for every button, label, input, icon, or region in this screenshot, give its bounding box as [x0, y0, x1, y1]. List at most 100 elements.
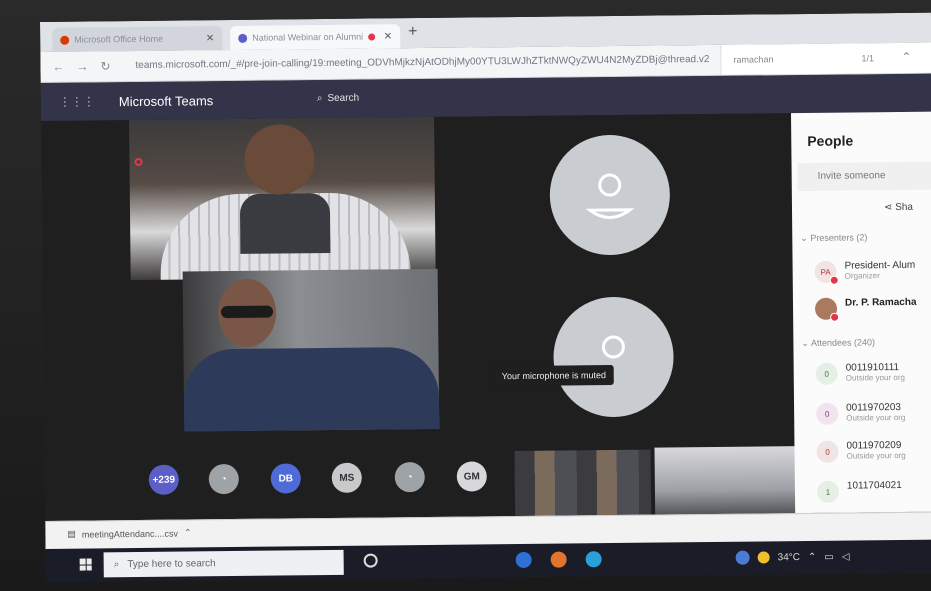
- volume-icon[interactable]: ◁: [842, 551, 850, 562]
- recording-indicator-icon: [134, 157, 143, 167]
- invite-input[interactable]: Invite someone: [797, 161, 931, 192]
- download-filename: meetingAttendanc....csv: [81, 528, 178, 540]
- participant-avatar-tile[interactable]: [552, 296, 675, 418]
- share-button[interactable]: ⋖ Sha: [884, 202, 913, 213]
- people-title: People: [807, 132, 854, 149]
- participant-chip[interactable]: GM: [456, 461, 487, 492]
- recording-icon: [368, 32, 376, 41]
- person-org: Outside your org: [845, 372, 905, 383]
- edge-icon[interactable]: [515, 551, 532, 569]
- download-item[interactable]: ▤ meetingAttendanc....csv ⌃: [67, 527, 191, 539]
- self-video: [183, 346, 440, 432]
- chevron-down-icon: ⌄: [801, 337, 812, 349]
- person-name: 1011704021: [846, 480, 902, 492]
- browser-icon[interactable]: [585, 551, 602, 568]
- person-name: Dr. P. Ramacha: [844, 296, 917, 309]
- tab-label: National Webinar on Alumni: [252, 31, 364, 43]
- participant-chip-avatar[interactable]: ◔: [208, 463, 239, 495]
- system-tray: 34°C ⌃ ▭ ◁: [735, 550, 850, 565]
- video-tile-self[interactable]: [182, 268, 440, 432]
- video-thumbnail[interactable]: [514, 449, 652, 522]
- attendees-header-label: Attendees (240): [810, 337, 876, 348]
- taskbar-search-input[interactable]: ⌕ Type here to search: [103, 549, 344, 578]
- chevron-up-icon[interactable]: ⌃: [901, 50, 911, 64]
- participant-chip[interactable]: DB: [270, 463, 301, 494]
- person-icon: [585, 173, 635, 220]
- presenter-video-head: [244, 124, 315, 195]
- taskbar-search-placeholder: Type here to search: [127, 558, 216, 571]
- url-field[interactable]: teams.microsoft.com/_#/pre-join-calling/…: [135, 54, 709, 71]
- person-org: Outside your org: [846, 450, 906, 461]
- video-thumbnail[interactable]: [654, 446, 798, 520]
- meeting-stage: Your microphone is muted +239 ◔ DB MS ◔ …: [41, 113, 798, 522]
- avatar-initials: PA: [820, 267, 831, 277]
- temperature[interactable]: 34°C: [778, 552, 800, 563]
- network-icon[interactable]: ▭: [824, 551, 834, 562]
- app-title: Microsoft Teams: [118, 93, 214, 110]
- share-label: Sha: [895, 201, 914, 214]
- people-panel: People Invite someone ⋖ Sha ⌄ Presenters…: [790, 111, 931, 514]
- chevron-down-icon: ⌄: [800, 232, 811, 244]
- back-icon[interactable]: ←: [52, 60, 64, 74]
- participant-chip-avatar[interactable]: ◔: [394, 461, 425, 493]
- person-name: President- Alum: [844, 259, 916, 272]
- reload-icon[interactable]: ↻: [100, 59, 110, 73]
- self-video-glasses: [220, 305, 274, 319]
- participant-chip[interactable]: MS: [331, 462, 362, 493]
- task-view-icon[interactable]: [363, 553, 378, 568]
- person-name: 0011910111: [845, 362, 900, 374]
- person-icon: ◔: [220, 473, 227, 485]
- app-launcher-icon[interactable]: ⋮⋮⋮: [59, 94, 95, 108]
- avatar: 0: [816, 402, 839, 425]
- attendee-item[interactable]: 1 1011704021: [816, 480, 902, 503]
- find-input[interactable]: ramachan: [733, 54, 773, 64]
- avatar: [814, 297, 840, 322]
- presenters-header-label: Presenters (2): [810, 232, 868, 243]
- attendee-item[interactable]: 0 0011970209 Outside your org: [816, 440, 906, 463]
- presenter-item[interactable]: Dr. P. Ramacha: [814, 296, 917, 322]
- person-role: Organizer: [844, 271, 880, 281]
- muted-badge-icon: [830, 312, 840, 322]
- teams-icon: [238, 33, 248, 43]
- search-icon: ⌕: [316, 92, 323, 104]
- avatar: PA: [814, 260, 839, 285]
- weather-icon: [757, 551, 770, 564]
- app-icon[interactable]: [550, 551, 567, 568]
- presenters-header[interactable]: ⌄ Presenters (2): [800, 232, 867, 244]
- forward-icon[interactable]: →: [76, 59, 88, 73]
- close-icon[interactable]: ✕: [384, 31, 393, 42]
- attendee-item[interactable]: 0 0011970203 Outside your org: [816, 402, 905, 425]
- avatar: 0: [815, 362, 838, 385]
- person-org: Outside your org: [846, 412, 906, 423]
- avatar: 0: [816, 440, 839, 463]
- file-icon: ▤: [67, 528, 76, 539]
- search-placeholder: Search: [327, 92, 360, 104]
- overflow-participants-button[interactable]: +239: [148, 464, 179, 495]
- teams-tray-icon[interactable]: [735, 550, 750, 565]
- browser-tab-office[interactable]: Microsoft Office Home ✕: [52, 26, 223, 52]
- search-input[interactable]: ⌕ Search: [311, 84, 577, 109]
- share-icon: ⋖: [883, 202, 893, 214]
- avatar: 1: [816, 480, 840, 503]
- close-icon[interactable]: ✕: [206, 33, 215, 44]
- find-bar: ramachan 1/1 ⌃: [720, 42, 931, 75]
- person-icon: ◔: [406, 471, 413, 483]
- find-count: 1/1: [861, 53, 874, 64]
- participant-avatar-tile[interactable]: [549, 134, 671, 256]
- presenter-item[interactable]: PA President- Alum Organizer: [814, 259, 916, 285]
- attendees-header[interactable]: ⌄ Attendees (240): [801, 337, 875, 349]
- participant-strip: +239 ◔ DB MS ◔ GM: [44, 438, 798, 522]
- chevron-up-icon[interactable]: ⌃: [808, 551, 817, 562]
- presenter-video-detail: [239, 192, 331, 254]
- person-name: 0011970203: [846, 402, 902, 414]
- office-icon: [60, 35, 70, 45]
- chevron-up-icon[interactable]: ⌃: [184, 527, 192, 538]
- search-icon: ⌕: [113, 559, 120, 571]
- attendee-item[interactable]: 0 0011910111 Outside your org: [815, 362, 905, 385]
- video-tile-presenter[interactable]: [129, 116, 436, 281]
- new-tab-button[interactable]: +: [408, 23, 418, 41]
- windows-start-icon[interactable]: [79, 558, 92, 571]
- browser-tab-teams[interactable]: National Webinar on Alumni ✕: [230, 24, 401, 51]
- muted-badge-icon: [829, 275, 839, 285]
- person-name: 0011970209: [846, 440, 902, 452]
